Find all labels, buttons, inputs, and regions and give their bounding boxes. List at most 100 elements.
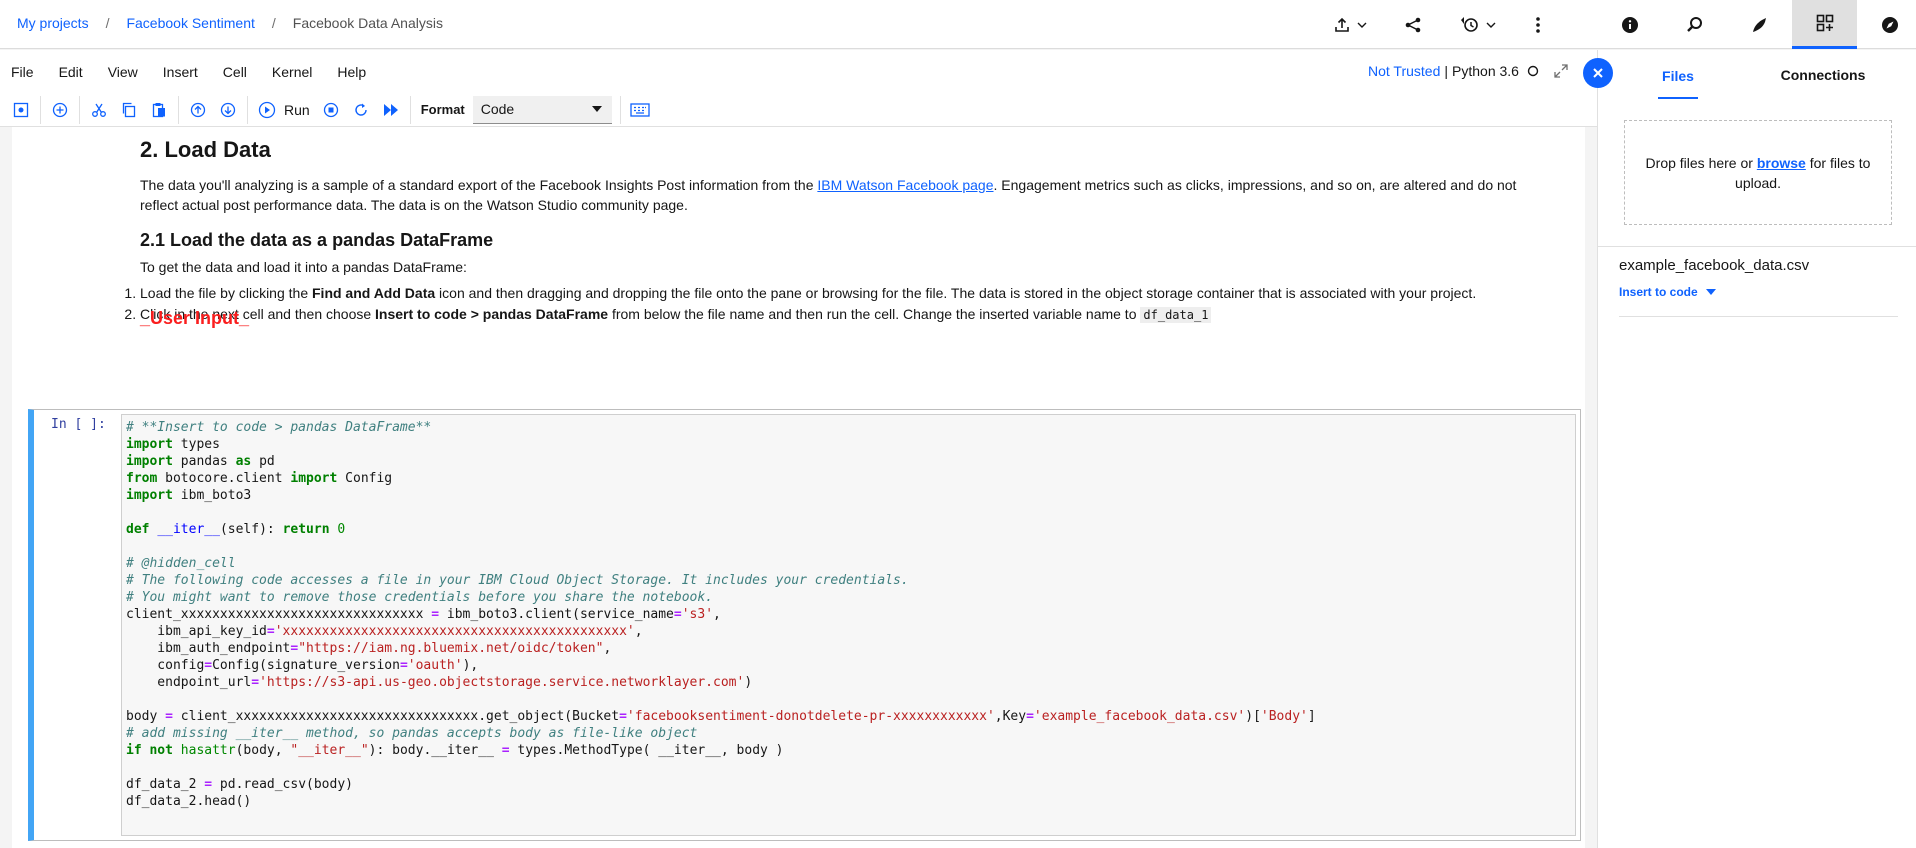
- toolbar-divider: [79, 95, 80, 124]
- stop-button[interactable]: [316, 95, 346, 125]
- toolbar-divider: [247, 95, 248, 124]
- caret-down-icon: [1705, 289, 1716, 295]
- browse-link[interactable]: browse: [1757, 155, 1806, 171]
- menu-kernel[interactable]: Kernel: [272, 64, 312, 80]
- code-line: config=Config(signature_version='oauth')…: [126, 658, 479, 673]
- breadcrumb-current: Facebook Data Analysis: [292, 15, 443, 31]
- cell-prompt: In [ ]:: [51, 417, 106, 432]
- subsection-heading: 2.1 Load the data as a pandas DataFrame: [140, 230, 494, 250]
- find-replace-tab[interactable]: [1662, 0, 1727, 49]
- drop-zone-text: Drop files here or browse for files to u…: [1645, 154, 1871, 191]
- version-history-button[interactable]: [1446, 0, 1510, 49]
- move-down-button[interactable]: [213, 95, 243, 125]
- format-value: Code: [480, 101, 515, 117]
- stop-icon: [323, 102, 339, 118]
- upload-menu-button[interactable]: [1320, 0, 1380, 49]
- menu-file[interactable]: File: [11, 64, 34, 80]
- kernel-status: Not Trusted | Python 3.6: [1368, 63, 1569, 79]
- cut-button[interactable]: [84, 95, 114, 125]
- watson-facebook-link[interactable]: IBM Watson Facebook page: [817, 177, 993, 193]
- code-line: def __iter__(self): return 0: [126, 522, 346, 537]
- breadcrumb-separator: /: [105, 15, 110, 31]
- environment-tab[interactable]: [1727, 0, 1792, 49]
- panel-divider: [1598, 246, 1916, 247]
- kernel-name[interactable]: Python 3.6: [1452, 63, 1519, 79]
- copy-button[interactable]: [114, 95, 144, 125]
- data-assets-panel: Files Connections Drop files here or bro…: [1597, 50, 1916, 848]
- insert-to-code-dropdown[interactable]: Insert to code: [1619, 285, 1716, 299]
- environment-icon: [1751, 16, 1769, 34]
- intro-paragraph: The data you'll analyzing is a sample of…: [140, 177, 1517, 213]
- code-line: ibm_auth_endpoint="https://iam.ng.bluemi…: [126, 641, 612, 656]
- run-all-button[interactable]: [376, 95, 406, 125]
- status-divider: |: [1444, 63, 1449, 79]
- keyboard-shortcuts-button[interactable]: [625, 95, 655, 125]
- breadcrumb-separator: /: [271, 15, 276, 31]
- cell-format-select[interactable]: Code: [472, 95, 612, 124]
- arrow-up-icon: [190, 102, 206, 118]
- toolbar-divider: [409, 95, 411, 124]
- menu-insert[interactable]: Insert: [163, 64, 198, 80]
- breadcrumb-project[interactable]: Facebook Sentiment: [126, 15, 254, 31]
- paste-button[interactable]: [144, 95, 174, 125]
- info-icon: [1621, 16, 1639, 34]
- code-line: from botocore.client import Config: [126, 471, 393, 486]
- share-icon: [1404, 16, 1422, 34]
- file-drop-zone[interactable]: Drop files here or browse for files to u…: [1624, 120, 1892, 225]
- kernel-idle-icon: [1527, 65, 1539, 77]
- restart-kernel-button[interactable]: [346, 95, 376, 125]
- side-panel-tabs: [1597, 0, 1916, 49]
- trust-status[interactable]: Not Trusted: [1368, 63, 1440, 79]
- tab-files[interactable]: Files: [1598, 50, 1758, 100]
- overflow-menu-button[interactable]: [1510, 0, 1566, 49]
- toolbar-divider: [619, 95, 621, 124]
- insert-to-code-label: Insert to code: [1619, 285, 1698, 299]
- code-line: # **Insert to code > pandas DataFrame**: [126, 420, 432, 435]
- save-button[interactable]: [6, 95, 36, 125]
- explore-tab[interactable]: [1857, 0, 1916, 49]
- run-label[interactable]: Run: [284, 102, 310, 118]
- code-editor[interactable]: # **Insert to code > pandas DataFrame** i…: [121, 414, 1576, 836]
- file-item-name[interactable]: example_facebook_data.csv: [1619, 257, 1809, 274]
- code-line: client_xxxxxxxxxxxxxxxxxxxxxxxxxxxxxxx =…: [126, 607, 721, 622]
- add-icon: [52, 102, 68, 118]
- top-actions: [1320, 0, 1566, 49]
- code-cell[interactable]: In [ ]: # **Insert to code > pandas Data…: [28, 409, 1581, 841]
- add-cell-button[interactable]: [45, 95, 75, 125]
- code-line: body = client_xxxxxxxxxxxxxxxxxxxxxxxxxx…: [126, 709, 1316, 724]
- move-up-button[interactable]: [183, 95, 213, 125]
- chevron-down-icon: [1486, 20, 1496, 30]
- menu-edit[interactable]: Edit: [59, 64, 83, 80]
- code-line: df_data_2.head(): [126, 794, 252, 809]
- close-panel-button[interactable]: [1583, 58, 1613, 88]
- menu-view[interactable]: View: [108, 64, 138, 80]
- list-item: Load the file by clicking the Find and A…: [140, 283, 1476, 303]
- menu-list: File Edit View Insert Cell Kernel Help: [11, 64, 391, 80]
- run-button[interactable]: [252, 95, 282, 125]
- code-line: df_data_2 = pd.read_csv(body): [126, 777, 353, 792]
- info-tab[interactable]: [1597, 0, 1662, 49]
- expand-icon[interactable]: [1553, 63, 1569, 79]
- cut-icon: [91, 102, 107, 118]
- code-line: import pandas as pd: [126, 454, 275, 469]
- restart-icon: [353, 102, 369, 118]
- find-replace-icon: [1686, 16, 1704, 34]
- menu-help[interactable]: Help: [337, 64, 366, 80]
- explore-icon: [1881, 16, 1899, 34]
- breadcrumb-my-projects[interactable]: My projects: [17, 15, 89, 31]
- section-heading: 2. Load Data: [140, 137, 271, 162]
- tab-connections[interactable]: Connections: [1758, 50, 1888, 100]
- data-assets-tab[interactable]: [1792, 0, 1857, 49]
- notebook-toolbar: Run Format Code: [0, 93, 1597, 127]
- menu-cell[interactable]: Cell: [223, 64, 247, 80]
- code-line: # @hidden_cell: [126, 556, 236, 571]
- play-icon: [258, 101, 276, 119]
- share-button[interactable]: [1380, 0, 1446, 49]
- upload-icon: [1333, 16, 1351, 34]
- code-line: import types: [126, 437, 220, 452]
- fast-forward-icon: [382, 102, 400, 118]
- format-label: Format: [420, 102, 465, 117]
- code-line: if not hasattr(body, "__iter__"): body._…: [126, 743, 784, 758]
